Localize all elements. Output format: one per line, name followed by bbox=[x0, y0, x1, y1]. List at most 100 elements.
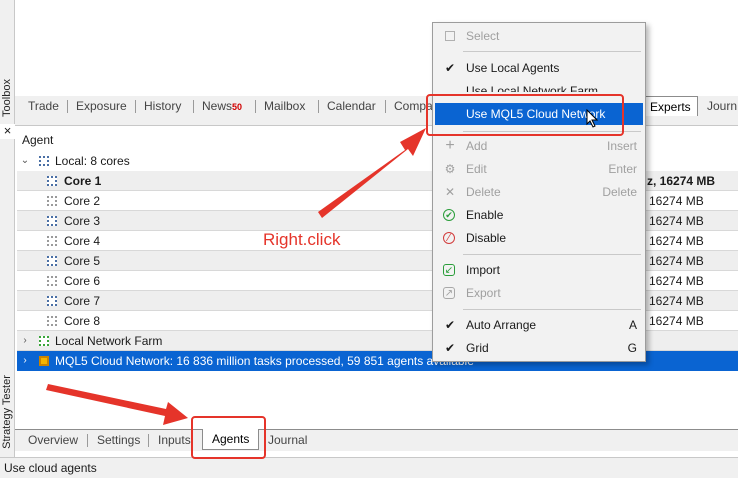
core-name: Core 5 bbox=[64, 254, 101, 268]
tab-divider bbox=[255, 100, 256, 113]
tab-journal[interactable]: Journ bbox=[707, 96, 737, 116]
menu-item-label: Delete bbox=[466, 185, 501, 199]
menu-item-label: Disable bbox=[466, 231, 507, 245]
tab-trade[interactable]: Trade bbox=[28, 96, 59, 116]
core-name: Core 3 bbox=[64, 214, 101, 228]
export-icon: ↗ bbox=[443, 287, 455, 299]
tab-divider bbox=[135, 100, 136, 113]
menu-item-use-local-network-farm[interactable]: Use Local Network Farm bbox=[435, 80, 643, 92]
core-name: Core 4 bbox=[64, 234, 101, 248]
menu-item-label: Edit bbox=[466, 162, 487, 176]
tab-exposure[interactable]: Exposure bbox=[76, 96, 127, 116]
tab-divider bbox=[385, 100, 386, 113]
menu-item-label: Import bbox=[466, 263, 501, 277]
gear-icon: ⚙ bbox=[444, 162, 456, 176]
menu-shortcut: Insert bbox=[606, 139, 637, 153]
core-memory: 16274 MB bbox=[649, 194, 704, 208]
menu-item-select[interactable]: Select bbox=[435, 25, 643, 47]
status-bar: Use cloud agents bbox=[0, 457, 738, 478]
select-icon bbox=[445, 31, 455, 41]
core-memory: 16274 MB bbox=[649, 254, 704, 268]
plus-icon: + bbox=[445, 137, 455, 154]
tab-divider bbox=[67, 100, 68, 113]
core-memory: z, 16274 MB bbox=[647, 174, 716, 188]
local-group-label: Local: 8 cores bbox=[55, 154, 130, 168]
core-name: Core 1 bbox=[64, 174, 102, 188]
menu-item-add[interactable]: + Add Insert bbox=[435, 135, 643, 157]
chip-orange-icon bbox=[39, 356, 49, 366]
agents-tab-highlight bbox=[191, 416, 266, 459]
enable-check-circle-icon: ✔ bbox=[443, 209, 455, 221]
menu-item-enable[interactable]: ✔ Enable bbox=[435, 204, 643, 226]
close-panel-icon[interactable]: × bbox=[2, 124, 13, 137]
menu-shortcut: Delete bbox=[602, 185, 637, 199]
tab-divider bbox=[318, 100, 319, 113]
tab-divider bbox=[148, 434, 149, 447]
core-name: Core 8 bbox=[64, 314, 101, 328]
disable-circle-icon: ∕ bbox=[443, 232, 455, 244]
tab-history[interactable]: History bbox=[144, 96, 181, 116]
tab-calendar[interactable]: Calendar bbox=[327, 96, 376, 116]
menu-item-grid[interactable]: ✔ Grid G bbox=[435, 337, 643, 359]
tab-inputs[interactable]: Inputs bbox=[158, 430, 191, 450]
tab-settings[interactable]: Settings bbox=[97, 430, 140, 450]
menu-item-edit[interactable]: ⚙ Edit Enter bbox=[435, 158, 643, 180]
tab-experts[interactable]: Experts bbox=[643, 96, 698, 116]
menu-item-label: Grid bbox=[466, 341, 489, 355]
tab-divider bbox=[193, 100, 194, 113]
chip-blue-icon bbox=[47, 256, 57, 266]
tab-journal[interactable]: Journal bbox=[268, 430, 307, 450]
chip-gray-icon bbox=[47, 196, 57, 206]
checkmark-icon: ✔ bbox=[444, 61, 456, 75]
toolbox-side-label[interactable]: Toolbox bbox=[0, 74, 14, 122]
tester-side-label[interactable]: Strategy Tester bbox=[0, 370, 14, 454]
menu-item-use-local-agents[interactable]: ✔ Use Local Agents bbox=[435, 57, 643, 79]
tab-divider bbox=[87, 434, 88, 447]
menu-item-auto-arrange[interactable]: ✔ Auto Arrange A bbox=[435, 314, 643, 336]
tab-overview[interactable]: Overview bbox=[28, 430, 78, 450]
core-name: Core 7 bbox=[64, 294, 101, 308]
context-menu: Select ✔ Use Local Agents Use Local Netw… bbox=[432, 22, 646, 362]
menu-shortcut: A bbox=[628, 318, 637, 332]
expand-arrow-icon[interactable]: ⌄ bbox=[20, 151, 30, 171]
menu-item-delete[interactable]: ✕ Delete Delete bbox=[435, 181, 643, 203]
chip-blue-icon bbox=[39, 156, 49, 166]
menu-shortcut: G bbox=[627, 341, 637, 355]
menu-item-label: Use Local Agents bbox=[466, 61, 560, 75]
core-memory: 16274 MB bbox=[649, 314, 704, 328]
collapse-arrow-icon[interactable]: › bbox=[20, 351, 30, 371]
cloud-network-label: MQL5 Cloud Network: 16 836 million tasks… bbox=[55, 354, 474, 368]
import-icon: ↙ bbox=[443, 264, 455, 276]
checkmark-icon: ✔ bbox=[444, 341, 456, 355]
delete-x-icon: ✕ bbox=[444, 185, 456, 199]
menu-item-label: Auto Arrange bbox=[466, 318, 537, 332]
news-count-badge: 50 bbox=[232, 102, 243, 112]
status-text: Use cloud agents bbox=[4, 461, 97, 475]
chip-gray-icon bbox=[47, 236, 57, 246]
tab-news-label: News bbox=[202, 99, 233, 113]
tab-news[interactable]: News50 bbox=[202, 96, 242, 116]
chip-green-icon bbox=[39, 336, 49, 346]
chip-gray-icon bbox=[47, 316, 57, 326]
core-memory: 16274 MB bbox=[649, 234, 704, 248]
chip-blue-icon bbox=[47, 296, 57, 306]
right-click-annotation: Right.click bbox=[263, 230, 341, 249]
checkmark-icon: ✔ bbox=[444, 318, 456, 332]
menu-item-label: Export bbox=[466, 286, 501, 300]
agent-column-header[interactable]: Agent bbox=[22, 132, 53, 148]
menu-item-label: Enable bbox=[466, 208, 504, 222]
menu-shortcut: Enter bbox=[608, 162, 637, 176]
menu-item-label: Use Local Network Farm bbox=[466, 84, 599, 92]
core-memory: 16274 MB bbox=[649, 274, 704, 288]
menu-separator bbox=[463, 51, 641, 52]
tab-mailbox[interactable]: Mailbox bbox=[264, 96, 305, 116]
core-memory: 16274 MB bbox=[649, 294, 704, 308]
tester-tab-bar: Overview Settings Inputs Agents Journal bbox=[15, 429, 738, 451]
menu-item-label: Add bbox=[466, 139, 488, 153]
chip-blue-icon bbox=[47, 176, 57, 186]
menu-item-export[interactable]: ↗ Export bbox=[435, 282, 643, 304]
menu-item-import[interactable]: ↙ Import bbox=[435, 259, 643, 281]
core-name: Core 6 bbox=[64, 274, 101, 288]
menu-item-disable[interactable]: ∕ Disable bbox=[435, 227, 643, 249]
collapse-arrow-icon[interactable]: › bbox=[20, 331, 30, 351]
